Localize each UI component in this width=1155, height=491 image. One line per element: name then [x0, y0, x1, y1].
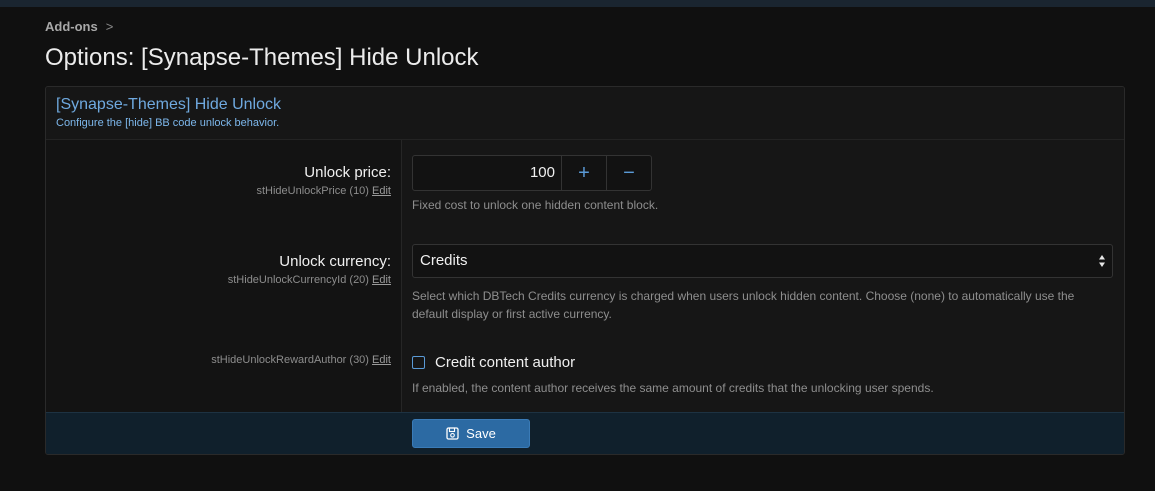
reward-author-checkbox[interactable]: [412, 356, 425, 369]
unlock-price-id-text: stHideUnlockPrice (10): [256, 185, 369, 197]
save-icon: [446, 427, 459, 440]
reward-author-option-id: stHideUnlockRewardAuthor (30) Edit: [211, 354, 391, 366]
select-arrows-icon: [1099, 255, 1105, 267]
unlock-currency-id-text: stHideUnlockCurrencyId (20): [227, 274, 369, 286]
reward-author-checkbox-label[interactable]: Credit content author: [435, 354, 575, 371]
options-block: [Synapse-Themes] Hide Unlock Configure t…: [45, 86, 1125, 455]
unlock-currency-select[interactable]: Credits: [412, 244, 1113, 278]
unlock-currency-hint: Select which DBTech Credits currency is …: [412, 289, 1075, 321]
unlock-price-label: Unlock price:: [304, 164, 391, 181]
reward-author-hint: If enabled, the content author receives …: [412, 381, 934, 395]
block-description: Configure the [hide] BB code unlock beha…: [56, 117, 280, 129]
unlock-currency-value: Credits: [420, 252, 468, 269]
unlock-price-stepper: 100 + −: [412, 155, 652, 191]
unlock-currency-option-id: stHideUnlockCurrencyId (20) Edit: [228, 274, 391, 286]
reward-author-checkbox-row[interactable]: Credit content author: [412, 354, 575, 371]
unlock-price-label-group: Unlock price: stHideUnlockPrice (10) Edi…: [256, 164, 391, 197]
unlock-currency-edit-link[interactable]: Edit: [372, 274, 391, 286]
save-button[interactable]: Save: [412, 419, 530, 448]
option-rows: Unlock price: stHideUnlockPrice (10) Edi…: [46, 140, 1124, 412]
increment-button[interactable]: +: [562, 156, 606, 190]
page-title: Options: [Synapse-Themes] Hide Unlock: [45, 44, 479, 71]
minus-icon: −: [623, 161, 635, 184]
reward-author-edit-link[interactable]: Edit: [372, 354, 391, 366]
block-title: [Synapse-Themes] Hide Unlock: [56, 96, 281, 113]
decrement-button[interactable]: −: [606, 156, 651, 190]
form-footer: Save: [46, 412, 1124, 454]
unlock-currency-label: Unlock currency:: [279, 253, 391, 270]
unlock-price-hint: Fixed cost to unlock one hidden content …: [412, 198, 659, 212]
unlock-price-edit-link[interactable]: Edit: [372, 185, 391, 197]
input-column: 100 + − Fixed cost to unlock one hidden …: [402, 140, 1124, 412]
block-header: [Synapse-Themes] Hide Unlock Configure t…: [46, 87, 1124, 140]
breadcrumb: Add-ons >: [45, 19, 113, 34]
plus-icon: +: [578, 161, 590, 184]
label-column: Unlock price: stHideUnlockPrice (10) Edi…: [46, 140, 402, 412]
unlock-price-input[interactable]: 100: [413, 156, 562, 190]
breadcrumb-separator: >: [105, 19, 114, 34]
top-bar: [0, 0, 1155, 7]
reward-author-label-group: stHideUnlockRewardAuthor (30) Edit: [211, 354, 391, 366]
unlock-currency-label-group: Unlock currency: stHideUnlockCurrencyId …: [228, 253, 391, 286]
unlock-price-option-id: stHideUnlockPrice (10) Edit: [256, 185, 391, 197]
save-button-label: Save: [466, 426, 496, 441]
reward-author-id-text: stHideUnlockRewardAuthor (30): [211, 354, 369, 366]
breadcrumb-item-addons[interactable]: Add-ons: [45, 19, 98, 34]
